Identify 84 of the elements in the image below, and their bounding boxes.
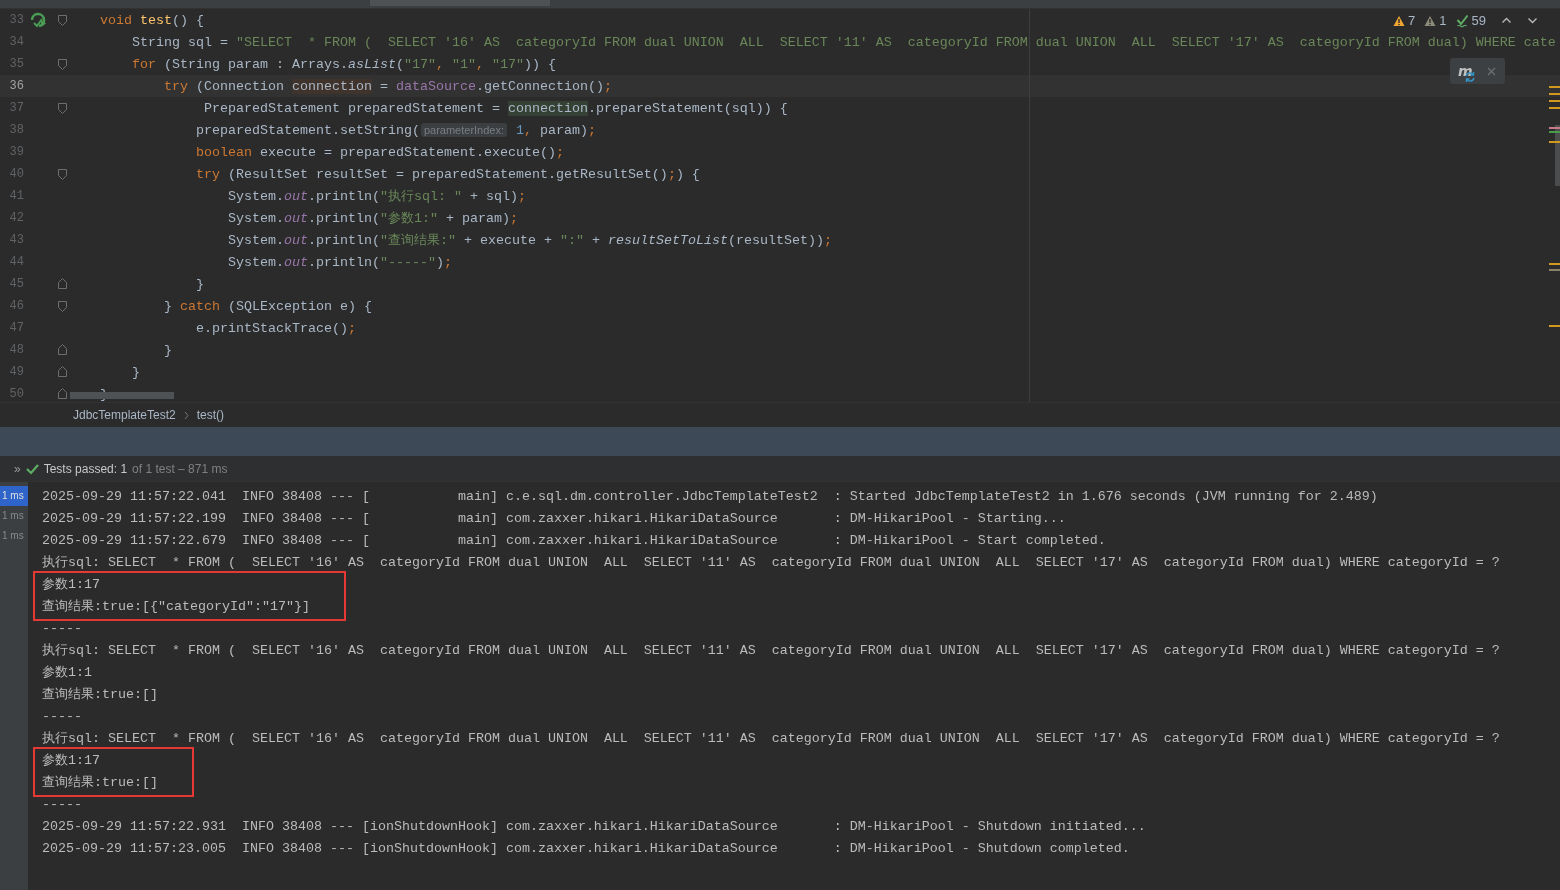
code-line: preparedStatement.setString( parameterIndex: 1, param); bbox=[194, 122, 597, 138]
problem-count: 1 bbox=[1439, 13, 1447, 28]
console-line: 执行sql: SELECT * FROM ( SELECT '16' AS categoryId FROM dual UNION ALL SELECT '11' AS categoryId FROM dual UNION ALL SELECT '17' AS categoryId FROM dual) WHERE categoryId = ? bbox=[42, 730, 1500, 748]
inspection-widget[interactable]: 7 bbox=[1393, 13, 1416, 28]
inspection-widget[interactable]: 59 bbox=[1455, 13, 1486, 28]
line-number: 50 bbox=[8, 387, 24, 401]
console-line: 2025-09-29 11:57:22.679 INFO 38408 --- [ main] com.zaxxer.hikari.HikariDataSource : DM-HikariPool - Start completed. bbox=[42, 532, 1107, 550]
line-number: 36 bbox=[8, 79, 24, 93]
test-item[interactable]: 1 ms bbox=[0, 486, 28, 506]
code-line: String sql = "SELECT * FROM ( SELECT '16' AS categoryId FROM dual UNION ALL SELECT '11' AS categoryId FROM dual UNION ALL SELECT '17' AS categoryId FROM dual) WHERE cate bbox=[131, 34, 1556, 50]
line-number: 49 bbox=[8, 365, 24, 379]
fold-icon[interactable] bbox=[57, 278, 68, 290]
test-status: Tests passed: 1 bbox=[43, 461, 128, 476]
line-number: 39 bbox=[8, 145, 24, 159]
reload-button[interactable]: m bbox=[1458, 63, 1473, 79]
fold-icon[interactable] bbox=[57, 58, 68, 70]
problem-count: 7 bbox=[1408, 13, 1416, 28]
line-number: 40 bbox=[8, 167, 24, 181]
line-number: 44 bbox=[8, 255, 24, 269]
console-line: 查询结果:true:[] bbox=[42, 774, 158, 792]
line-number: 42 bbox=[8, 211, 24, 225]
console-line: 参数1:17 bbox=[42, 752, 101, 770]
inspection-widget[interactable]: 1 bbox=[1424, 13, 1447, 28]
line-number: 46 bbox=[8, 299, 24, 313]
code-line: System.out.println("参数1:" + param); bbox=[226, 210, 518, 227]
expand-toggle[interactable]: » bbox=[14, 461, 21, 476]
line-number: 47 bbox=[8, 321, 24, 335]
breadcrumb[interactable]: JdbcTemplateTest2 bbox=[73, 408, 176, 422]
code-line: e.printStackTrace(); bbox=[194, 320, 356, 336]
fold-icon[interactable] bbox=[57, 14, 68, 26]
console-line: 参数1:1 bbox=[42, 664, 93, 682]
fold-icon[interactable] bbox=[57, 344, 68, 356]
code-line: System.out.println("查询结果:" + execute + ":" + resultSetToList(resultSet)); bbox=[226, 232, 832, 249]
check-icon bbox=[1455, 13, 1469, 28]
run-test-icon[interactable] bbox=[31, 12, 47, 28]
code-line: try (Connection connection = dataSource.getConnection(); bbox=[162, 78, 612, 94]
warning-icon bbox=[1424, 14, 1437, 27]
code-line: boolean execute = preparedStatement.execute(); bbox=[194, 144, 564, 160]
fold-icon[interactable] bbox=[57, 168, 68, 180]
console-line: ----- bbox=[42, 708, 83, 726]
fold-icon[interactable] bbox=[57, 300, 68, 312]
check-icon bbox=[25, 462, 39, 475]
close-icon[interactable] bbox=[1486, 66, 1496, 76]
chevron-up-icon[interactable] bbox=[1501, 16, 1512, 25]
code-line: void test() { bbox=[99, 12, 204, 28]
chevron-down-icon[interactable] bbox=[1527, 16, 1538, 25]
code-line: } bbox=[162, 342, 172, 358]
code-line: System.out.println("执行sql: " + sql); bbox=[226, 188, 526, 205]
test-summary: of 1 test – 871 ms bbox=[132, 461, 228, 476]
line-number: 43 bbox=[8, 233, 24, 247]
warning-icon bbox=[1393, 14, 1406, 27]
console-line: 执行sql: SELECT * FROM ( SELECT '16' AS categoryId FROM dual UNION ALL SELECT '11' AS categoryId FROM dual UNION ALL SELECT '17' AS categoryId FROM dual) WHERE categoryId = ? bbox=[42, 642, 1500, 660]
console-line: 查询结果:true:[{"categoryId":"17"}] bbox=[42, 598, 310, 616]
fold-icon[interactable] bbox=[57, 388, 68, 400]
breadcrumb[interactable]: test() bbox=[196, 408, 225, 422]
console-line: 2025-09-29 11:57:22.199 INFO 38408 --- [ main] com.zaxxer.hikari.HikariDataSource : DM-HikariPool - Starting... bbox=[42, 510, 1067, 528]
chevron-right-icon bbox=[183, 410, 189, 420]
line-number: 33 bbox=[8, 13, 24, 27]
code-line: } bbox=[131, 364, 140, 380]
scrollbar-thumb[interactable] bbox=[1555, 125, 1560, 186]
console-line: ----- bbox=[42, 620, 83, 638]
line-number: 45 bbox=[8, 277, 24, 291]
fold-icon[interactable] bbox=[57, 102, 68, 114]
line-number: 38 bbox=[8, 123, 24, 137]
code-line: System.out.println("-----"); bbox=[226, 254, 452, 270]
console-line: 参数1:17 bbox=[42, 576, 101, 594]
console-line: 2025-09-29 11:57:23.005 INFO 38408 --- [ionShutdownHook] com.zaxxer.hikari.HikariDataSource : DM-HikariPool - Shutdown completed. bbox=[42, 840, 1131, 858]
line-number: 48 bbox=[8, 343, 24, 357]
console-line: 2025-09-29 11:57:22.931 INFO 38408 --- [ionShutdownHook] com.zaxxer.hikari.HikariDataSource : DM-HikariPool - Shutdown initiated... bbox=[42, 818, 1147, 836]
problem-count: 59 bbox=[1471, 13, 1486, 28]
line-number: 41 bbox=[8, 189, 24, 203]
console-line: 查询结果:true:[] bbox=[42, 686, 159, 704]
console-line: ----- bbox=[42, 796, 83, 814]
code-line: try (ResultSet resultSet = preparedStatement.getResultSet();) { bbox=[194, 166, 700, 182]
code-line: } bbox=[194, 276, 204, 292]
code-line: PreparedStatement preparedStatement = connection.prepareStatement(sql)) { bbox=[202, 100, 788, 116]
line-number: 35 bbox=[8, 57, 24, 71]
code-line: } catch (SQLException e) { bbox=[162, 298, 372, 314]
line-number: 34 bbox=[8, 35, 24, 49]
line-number: 37 bbox=[8, 101, 24, 115]
console-line: 2025-09-29 11:57:22.041 INFO 38408 --- [ main] c.e.sql.dm.controller.JdbcTemplateTest2 : Started JdbcTemplateTest2 in 1.676 seconds (JVM running for 2.489) bbox=[42, 488, 1379, 506]
console-line: 执行sql: SELECT * FROM ( SELECT '16' AS categoryId FROM dual UNION ALL SELECT '11' AS categoryId FROM dual UNION ALL SELECT '17' AS categoryId FROM dual) WHERE categoryId = ? bbox=[42, 554, 1500, 572]
fold-icon[interactable] bbox=[57, 366, 68, 378]
code-line: for (String param : Arrays.asList("17", "1", "17")) { bbox=[131, 56, 556, 72]
